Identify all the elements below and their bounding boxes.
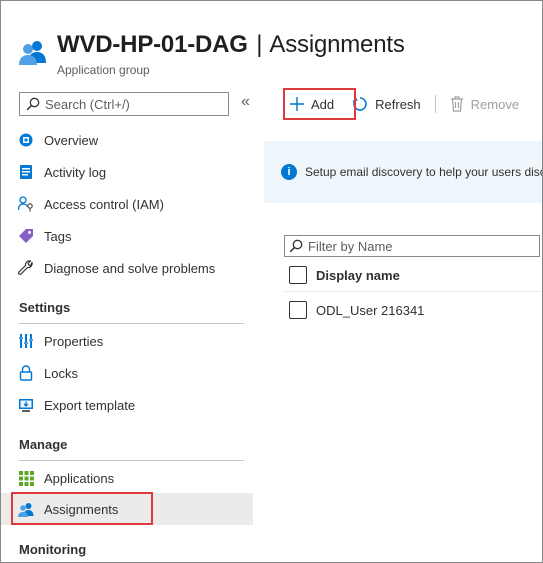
toolbar-divider (434, 95, 436, 113)
applications-icon (18, 470, 34, 486)
info-icon: i (281, 164, 297, 180)
overview-icon (18, 132, 34, 148)
sidebar-item-activity-log[interactable]: Activity log (11, 156, 263, 188)
search-placeholder: Search (Ctrl+/) (45, 96, 130, 112)
resource-name: WVD-HP-01-DAG (57, 31, 248, 58)
filter-by-name-input[interactable]: Filter by Name (284, 235, 540, 257)
info-banner[interactable]: i Setup email discovery to help your use… (264, 141, 542, 203)
section-divider (19, 323, 244, 324)
properties-icon (18, 333, 34, 349)
sidebar-item-access-control[interactable]: Access control (IAM) (11, 188, 263, 220)
sidebar-item-overview[interactable]: Overview (11, 124, 263, 156)
page-title: WVD-HP-01-DAG | Assignments (57, 31, 405, 59)
lock-icon (18, 365, 34, 381)
export-template-icon (18, 397, 34, 413)
section-divider (19, 460, 244, 461)
sidebar: Search (Ctrl+/) « Overview Activity log … (1, 85, 263, 562)
section-monitoring-title: Monitoring (19, 542, 87, 557)
collapse-sidebar-button[interactable]: « (241, 93, 250, 111)
row-display-name: ODL_User 216341 (316, 302, 425, 318)
add-highlight-box (283, 88, 356, 120)
section-settings-title: Settings (19, 300, 71, 315)
column-header-display-name[interactable]: Display name (316, 268, 400, 283)
assignments-highlight-box (11, 492, 153, 525)
table-header-row: Display name (289, 266, 400, 284)
refresh-button[interactable]: Refresh (346, 89, 427, 119)
sidebar-item-label: Export template (44, 397, 136, 413)
sidebar-item-label: Applications (44, 470, 115, 486)
sidebar-item-label: Activity log (44, 164, 107, 180)
wrench-icon (18, 260, 34, 276)
sidebar-item-tags[interactable]: Tags (11, 220, 263, 252)
table-header-divider (284, 291, 542, 292)
select-all-checkbox[interactable] (289, 266, 307, 284)
search-icon (26, 97, 40, 111)
page-subtitle: Application group (57, 63, 150, 77)
sidebar-item-locks[interactable]: Locks (11, 357, 263, 389)
section-manage-title: Manage (19, 437, 68, 452)
sidebar-item-diagnose[interactable]: Diagnose and solve problems (11, 252, 263, 284)
table-row[interactable]: ODL_User 216341 (289, 301, 424, 319)
sidebar-item-properties[interactable]: Properties (11, 325, 263, 357)
sidebar-item-label: Tags (44, 228, 72, 244)
remove-button[interactable]: Remove (444, 89, 525, 119)
sidebar-item-label: Diagnose and solve problems (44, 260, 216, 276)
info-banner-text: Setup email discovery to help your users… (305, 165, 542, 179)
sidebar-item-applications[interactable]: Applications (11, 462, 263, 494)
title-separator: | (256, 31, 263, 58)
trash-icon (450, 96, 463, 112)
search-icon (289, 239, 303, 253)
sidebar-item-export-template[interactable]: Export template (11, 389, 263, 421)
application-group-icon (19, 39, 47, 65)
azure-portal-window: WVD-HP-01-DAG | Assignments Application … (0, 0, 543, 563)
iam-icon (18, 196, 34, 212)
activity-log-icon (18, 164, 34, 180)
blade-name: Assignments (269, 31, 405, 58)
sidebar-search-input[interactable]: Search (Ctrl+/) (19, 92, 229, 116)
row-checkbox[interactable] (289, 301, 307, 319)
refresh-button-label: Refresh (375, 96, 421, 112)
sidebar-item-label: Locks (44, 365, 78, 381)
sidebar-item-label: Overview (44, 132, 99, 148)
remove-button-label: Remove (470, 96, 520, 112)
filter-placeholder: Filter by Name (308, 238, 393, 254)
sidebar-item-label: Properties (44, 333, 104, 349)
sidebar-item-label: Access control (IAM) (44, 196, 164, 212)
tag-icon (18, 228, 34, 244)
